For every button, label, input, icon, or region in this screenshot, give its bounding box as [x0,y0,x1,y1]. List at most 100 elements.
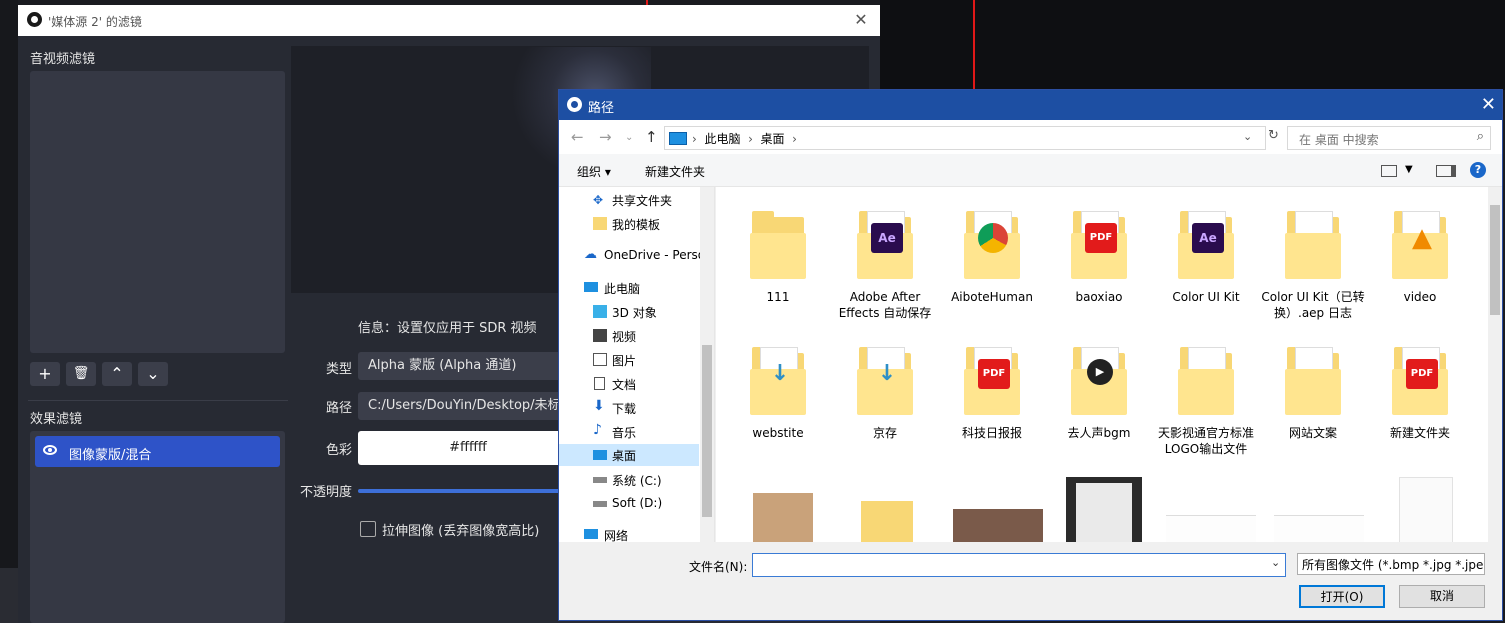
file-item[interactable]: ↓ 京存 [833,339,937,441]
preview-pane-icon[interactable] [1436,165,1456,177]
close-icon[interactable]: ✕ [1481,94,1496,115]
move-up-button[interactable]: ⌃ [102,362,132,386]
music-icon: ♪ [593,422,602,438]
preview-guide-line [973,0,975,90]
file-item[interactable]: Ae Color UI Kit [1154,203,1258,305]
nav-item-drive-d[interactable]: Soft (D:) [559,493,699,515]
breadcrumb-root[interactable]: 此电脑 [704,132,740,146]
file-item[interactable]: 网站文案 [1261,339,1365,441]
filename-input[interactable] [752,553,1286,577]
file-list-scrollbar-thumb[interactable] [1490,205,1500,315]
nav-item-pictures[interactable]: 图片 [559,349,699,371]
file-item[interactable]: 111 [726,203,830,305]
obs-bottom-panel [0,568,18,623]
filetype-select[interactable]: 所有图像文件 (*.bmp *.jpg *.jpeg [1297,553,1485,575]
file-item[interactable]: ▲ video [1368,203,1472,305]
search-box[interactable]: 在 桌面 中搜索 ⌕ [1287,126,1491,150]
nav-item-drive-c[interactable]: 系统 (C:) [559,469,699,491]
new-folder-button[interactable]: 新建文件夹 [645,163,705,180]
recent-dropdown-icon[interactable]: ⌄ [625,132,633,143]
image-thumbnail[interactable] [753,493,813,542]
image-thumbnail[interactable] [1274,515,1364,542]
nav-item-shared[interactable]: ✥ 共享文件夹 [559,189,699,211]
filter-item-label: 图像蒙版/混合 [69,448,152,463]
address-dropdown-icon[interactable]: ⌄ [1243,130,1252,143]
color-swatch[interactable]: #ffffff [358,431,578,465]
image-thumbnail[interactable] [1166,515,1256,542]
open-button[interactable]: 打开(O) [1299,585,1385,608]
obs-left-edge [0,0,18,623]
nav-item-network[interactable]: 网络 [559,524,699,542]
divider [28,400,288,401]
av-filters-list[interactable] [30,71,285,353]
file-item[interactable]: Ae Adobe After Effects 自动保存 [833,203,937,321]
type-label: 类型 [326,362,353,377]
info-text: 信息：设置仅应用于 SDR 视频 [358,321,537,336]
pc-icon [584,282,598,292]
opacity-slider[interactable] [358,489,578,493]
nav-item-templates[interactable]: 我的模板 [559,213,699,235]
filename-dropdown-icon[interactable]: ⌄ [1271,556,1280,569]
stretch-checkbox[interactable] [360,521,376,537]
file-item[interactable]: Color UI Kit（已转换）.aep 日志 [1261,203,1365,321]
ae-folder-icon: Ae [1178,203,1234,281]
navigation-bar: ← → ⌄ ↑ › 此电脑 › 桌面 › ⌄ ↻ 在 桌面 中搜索 ⌕ [559,120,1502,154]
vlc-folder-icon: ▲ [1392,203,1448,281]
file-item[interactable]: PDF baoxiao [1047,203,1151,305]
address-bar[interactable]: › 此电脑 › 桌面 › ⌄ ↻ [664,126,1279,150]
nav-item-onedrive[interactable]: ☁ OneDrive - Perso [559,245,705,267]
file-item[interactable]: AiboteHuman [940,203,1044,305]
file-item[interactable]: PDF 新建文件夹 [1368,339,1472,441]
file-item[interactable]: ↓ webstite [726,339,830,441]
media-folder-icon: ▶ [1071,339,1127,417]
navigation-pane: ✥ 共享文件夹 我的模板 ☁ OneDrive - Perso 此电脑 3D 对… [559,187,715,542]
type-select[interactable]: Alpha 蒙版 (Alpha 通道) [358,352,578,380]
close-icon[interactable]: ✕ [850,9,872,31]
obs-logo-icon [27,12,42,27]
color-label: 色彩 [326,443,353,458]
help-icon[interactable]: ? [1470,162,1486,178]
refresh-icon[interactable]: ↻ [1268,128,1279,143]
download-folder-icon: ↓ [750,339,806,417]
nav-scrollbar-thumb[interactable] [702,345,712,517]
up-arrow-icon[interactable]: ↑ [645,128,658,146]
organize-menu[interactable]: 组织 ▾ [577,163,611,180]
folder-thumbnail[interactable] [861,493,913,542]
image-thumbnail[interactable] [1399,477,1453,542]
eye-icon[interactable] [43,445,57,455]
desktop-icon [593,450,607,460]
nav-item-this-pc[interactable]: 此电脑 [559,277,699,299]
path-field[interactable]: C:/Users/DouYin/Desktop/未标题 [358,392,578,420]
chrome-folder-icon [964,203,1020,281]
nav-item-downloads[interactable]: ⬇ 下载 [559,397,699,419]
file-list: 111 Ae Adobe After Effects 自动保存 AiboteHu… [716,187,1488,542]
nav-item-3d[interactable]: 3D 对象 [559,301,699,323]
search-placeholder: 在 桌面 中搜索 [1299,133,1379,147]
download-icon: ⬇ [593,398,605,414]
cancel-button[interactable]: 取消 [1399,585,1485,608]
add-filter-button[interactable]: + [30,362,60,386]
ae-folder-icon: Ae [857,203,913,281]
view-dropdown-icon[interactable]: ▼ [1405,164,1413,175]
file-item[interactable]: PDF 科技日报报 [940,339,1044,441]
nav-item-desktop[interactable]: 桌面 [559,444,699,466]
shared-folder-icon: ✥ [593,193,604,207]
move-down-button[interactable]: ⌄ [138,362,168,386]
file-item[interactable]: 天影视通官方标准LOGO输出文件 [1154,339,1258,457]
remove-filter-button[interactable]: 🗑 [66,362,96,386]
image-thumbnail[interactable] [1066,477,1142,542]
breadcrumb-current[interactable]: 桌面 [761,132,785,146]
view-mode-icon[interactable] [1381,165,1397,177]
search-icon[interactable]: ⌕ [1477,129,1484,144]
image-thumbnail[interactable] [953,509,1043,542]
filename-label: 文件名(N): [689,560,748,574]
nav-item-documents[interactable]: 文档 [559,373,699,395]
dialog-toolbar: 组织 ▾ 新建文件夹 ▼ ? [559,154,1502,187]
nav-item-music[interactable]: ♪ 音乐 [559,421,699,443]
forward-arrow-icon[interactable]: → [599,128,612,146]
nav-item-video[interactable]: 视频 [559,325,699,347]
3d-icon [593,305,607,318]
filter-item-image-mask[interactable]: 图像蒙版/混合 [35,436,280,467]
back-arrow-icon[interactable]: ← [571,128,584,146]
file-item[interactable]: ▶ 去人声bgm [1047,339,1151,441]
